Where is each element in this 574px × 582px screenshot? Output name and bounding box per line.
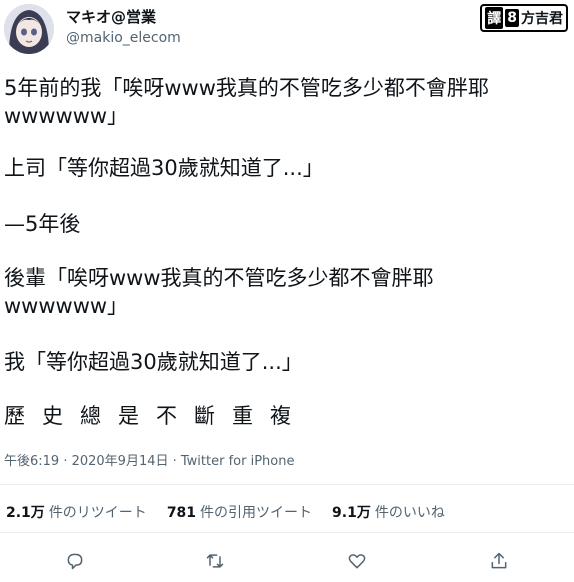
like-label: 件のいいね <box>374 505 445 521</box>
tweet-line-7: 我「等你超過30歲就知道了...」 <box>4 350 303 374</box>
retweet-label: 件のリツイート <box>48 505 147 521</box>
like-count: 9.1万 <box>332 505 371 521</box>
quote-stat[interactable]: 781 件の引用ツイート <box>167 502 312 522</box>
badge-part2: 8 <box>505 9 519 27</box>
share-icon[interactable] <box>484 546 514 576</box>
avatar[interactable] <box>4 4 54 54</box>
user-handle[interactable]: @makio_elecom <box>66 30 181 46</box>
tweet-line-2: wwwwww」 <box>4 104 129 128</box>
watermark-badge: 譯 8 方吉君 <box>480 4 568 32</box>
tweet-line-4: —5年後 <box>4 212 81 236</box>
retweet-stat[interactable]: 2.1万 件のリツイート <box>6 502 147 522</box>
action-bar <box>0 546 574 576</box>
tweet-line-3: 上司「等你超過30歲就知道了...」 <box>4 156 324 180</box>
tweet-stats: 2.1万 件のリツイート 781 件の引用ツイート 9.1万 件のいいね <box>6 502 445 522</box>
badge-part1: 譯 <box>485 7 504 29</box>
tweet-meta[interactable]: 午後6:19 · 2020年9月14日 · Twitter for iPhone <box>4 450 294 469</box>
display-name[interactable]: マキオ@営業 <box>66 6 156 27</box>
tweet-line-6: wwwwww」 <box>4 294 129 318</box>
tweet-line-8: 歷史總是不斷重複 <box>4 404 308 428</box>
retweet-icon[interactable] <box>200 546 230 576</box>
tweet-line-1: 5年前的我「唉呀www我真的不管吃多少都不會胖耶 <box>4 76 489 100</box>
quote-count: 781 <box>166 505 197 521</box>
quote-label: 件の引用ツイート <box>200 505 313 521</box>
divider <box>0 484 574 485</box>
like-icon[interactable] <box>342 546 372 576</box>
retweet-count: 2.1万 <box>6 505 45 521</box>
like-stat[interactable]: 9.1万 件のいいね <box>332 502 445 522</box>
divider <box>0 532 574 533</box>
tweet-line-5: 後輩「唉呀www我真的不管吃多少都不會胖耶 <box>4 266 434 290</box>
reply-icon[interactable] <box>60 546 90 576</box>
badge-part3: 方吉君 <box>521 11 563 27</box>
